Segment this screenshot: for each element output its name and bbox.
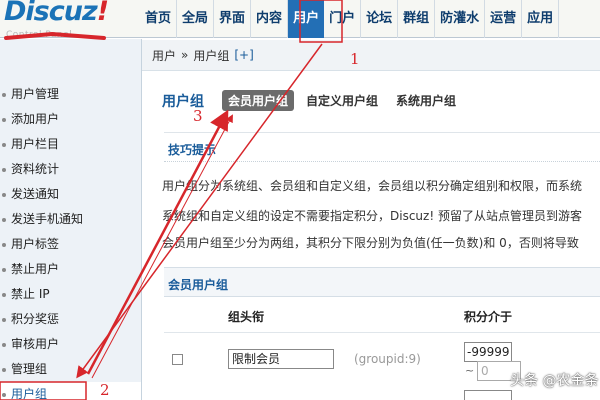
logo-underline-mark [4, 31, 106, 40]
arrow-sidebar-to-tab-thin [91, 114, 233, 379]
annotation-step-2: 2 [100, 381, 110, 399]
annotation-step-1: 1 [350, 50, 360, 68]
annotation-step-3: 3 [193, 107, 203, 125]
annotation-overlay [0, 0, 343, 400]
watermark: 头条 @农金条 [510, 373, 599, 389]
arrow-sidebar-to-tab [86, 109, 229, 375]
highlight-box-user-groups [0, 381, 87, 400]
highlight-box-users-nav [299, 0, 343, 43]
